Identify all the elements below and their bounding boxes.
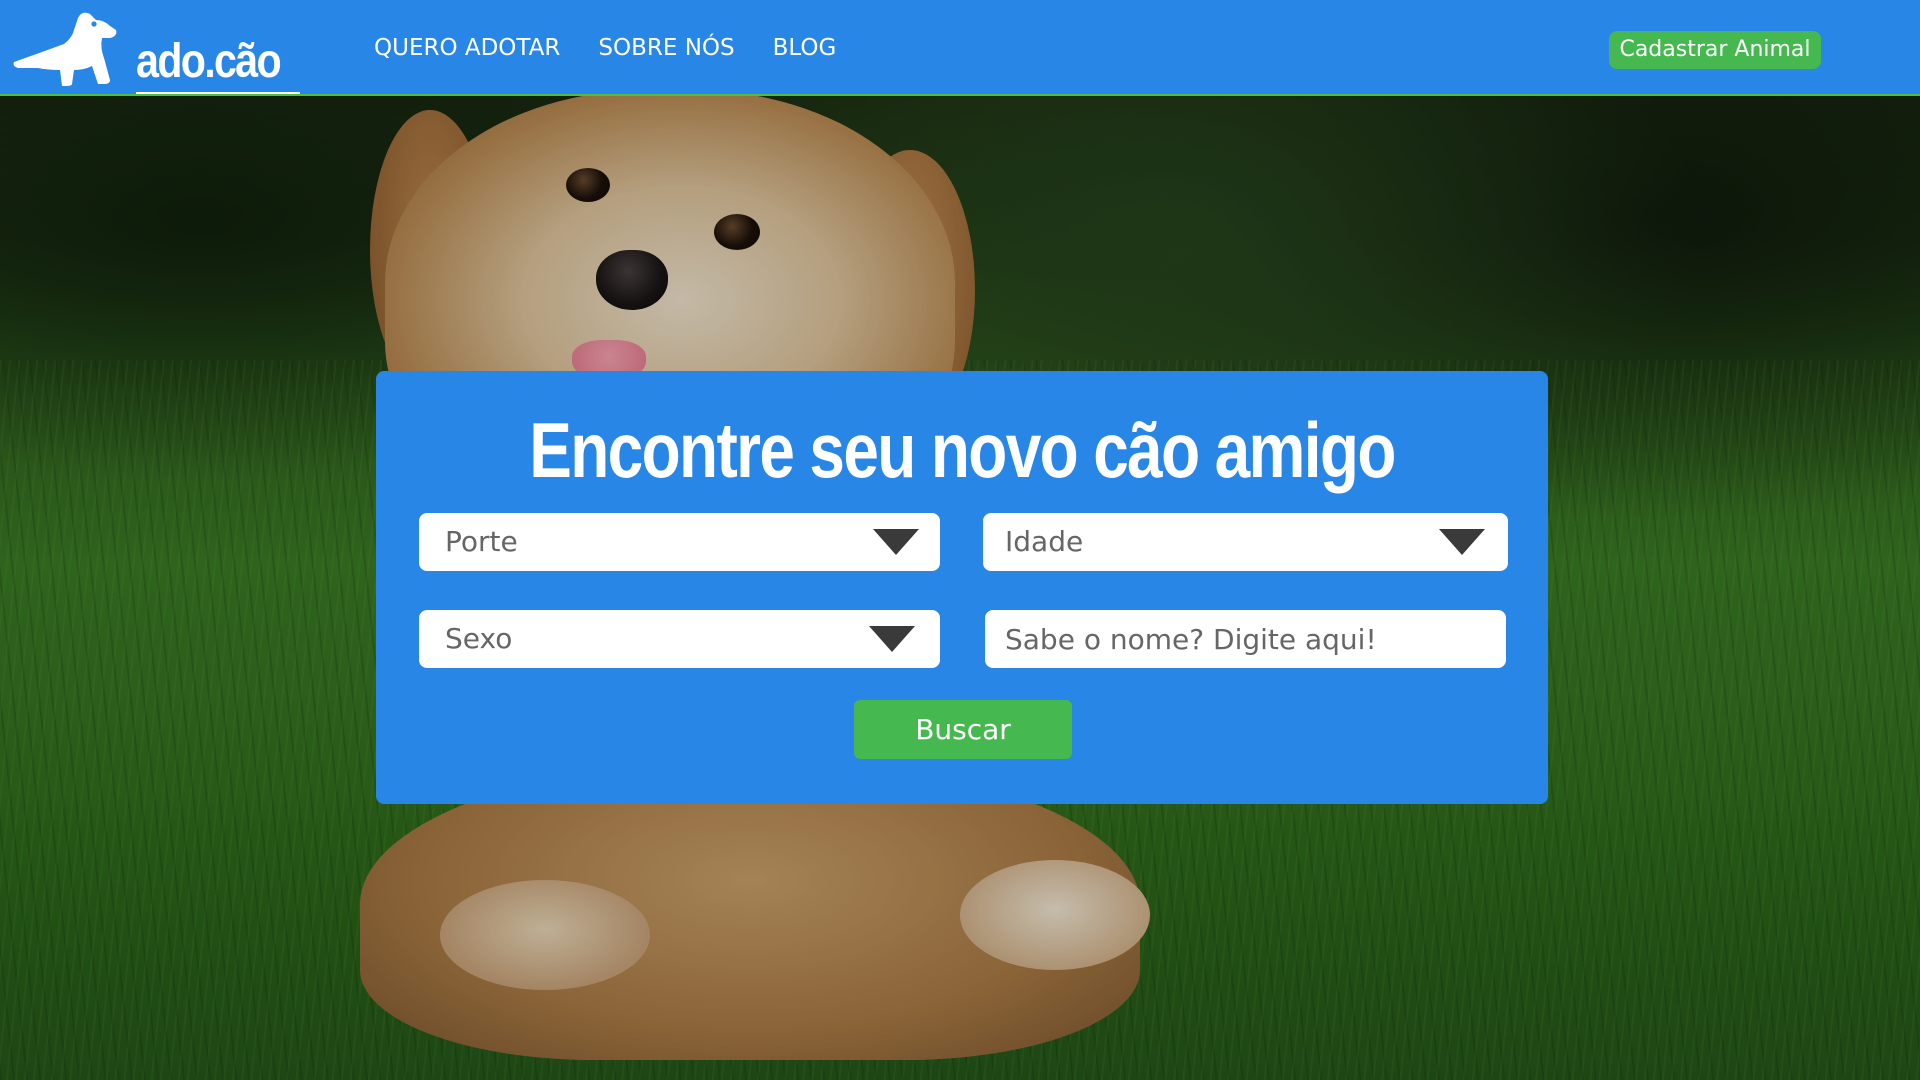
logo-underline — [136, 92, 300, 94]
sexo-select-label: Sexo — [445, 622, 513, 655]
buscar-button[interactable]: Buscar — [854, 700, 1072, 759]
porte-select[interactable]: Porte — [419, 513, 940, 571]
nav-link-quero-adotar[interactable]: QUERO ADOTAR — [374, 32, 560, 64]
sexo-select[interactable]: Sexo — [419, 610, 940, 668]
page: ado.cão QUERO ADOTAR SOBRE NÓS BLOG Cada… — [0, 0, 1920, 1080]
idade-select[interactable]: Idade — [983, 513, 1508, 571]
chevron-down-icon — [869, 626, 915, 652]
idade-select-label: Idade — [1005, 525, 1084, 558]
search-card: Encontre seu novo cão amigo Porte Idade … — [376, 371, 1548, 804]
nav-link-sobre-nos[interactable]: SOBRE NÓS — [598, 32, 734, 64]
search-title: Encontre seu novo cão amigo — [529, 406, 1396, 494]
porte-select-label: Porte — [445, 525, 518, 558]
nav-link-blog[interactable]: BLOG — [773, 32, 837, 64]
dog-logo-icon — [13, 12, 117, 87]
chevron-down-icon — [1439, 529, 1485, 555]
logo-link[interactable]: ado.cão — [12, 8, 300, 94]
navbar: ado.cão QUERO ADOTAR SOBRE NÓS BLOG Cada… — [0, 0, 1920, 96]
name-search-input[interactable] — [985, 610, 1506, 668]
chevron-down-icon — [873, 529, 919, 555]
nav-links: QUERO ADOTAR SOBRE NÓS BLOG — [374, 32, 836, 64]
cadastrar-animal-button[interactable]: Cadastrar Animal — [1609, 31, 1821, 69]
logo-text: ado.cão — [136, 35, 282, 88]
name-search-field[interactable] — [985, 610, 1506, 668]
